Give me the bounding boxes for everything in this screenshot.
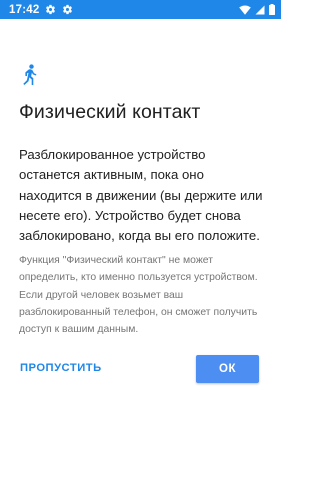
wifi-icon [239, 5, 251, 15]
screen: 17:42 Физический контакт Разблокированно… [0, 0, 281, 500]
gear-icon [62, 4, 73, 15]
status-left: 17:42 [9, 4, 73, 16]
battery-icon [269, 4, 275, 15]
ok-button[interactable]: ОК [196, 355, 259, 383]
status-bar: 17:42 [0, 0, 281, 19]
description-text: Разблокированное устройство останется ак… [19, 147, 263, 244]
status-right [239, 4, 275, 15]
gear-icon [45, 4, 56, 15]
signal-icon [255, 5, 265, 15]
page-title: Физический контакт [19, 101, 201, 123]
disclaimer-text: Функция "Физический контакт" не может оп… [19, 255, 258, 336]
status-time: 17:42 [9, 3, 40, 16]
skip-button[interactable]: ПРОПУСТИТЬ [12, 355, 110, 381]
walking-person-icon [21, 64, 39, 86]
